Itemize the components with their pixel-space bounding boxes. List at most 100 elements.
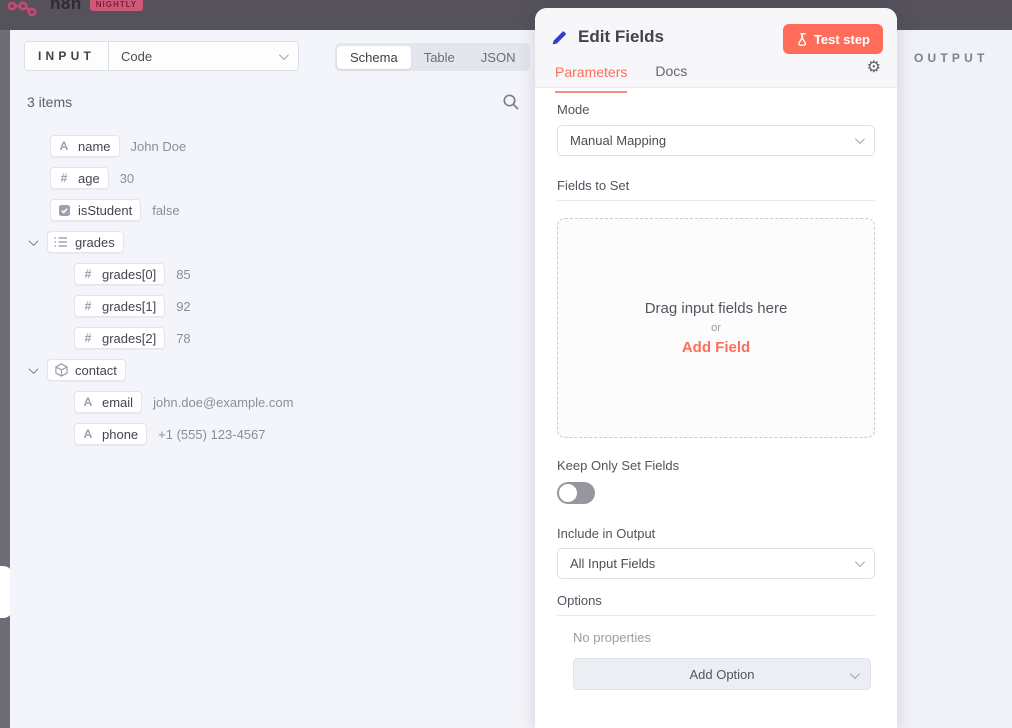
n8n-logo-icon bbox=[8, 0, 42, 16]
schema-field-name[interactable]: Aname John Doe bbox=[10, 130, 550, 162]
number-type-icon: # bbox=[81, 331, 95, 345]
field-value: 85 bbox=[176, 267, 190, 282]
field-name: grades[2] bbox=[102, 331, 156, 346]
tab-table[interactable]: Table bbox=[411, 46, 468, 69]
add-field-button[interactable]: Add Field bbox=[682, 339, 750, 356]
field-pill[interactable]: # grades[0] bbox=[74, 263, 165, 285]
string-type-icon: A bbox=[57, 139, 71, 153]
schema-field-contact[interactable]: contact bbox=[10, 354, 550, 386]
field-name: phone bbox=[102, 427, 138, 442]
chevron-down-icon bbox=[279, 50, 289, 60]
field-name: grades[1] bbox=[102, 299, 156, 314]
tab-parameters[interactable]: Parameters bbox=[555, 64, 627, 93]
number-type-icon: # bbox=[57, 171, 71, 185]
input-panel-label: INPUT bbox=[24, 41, 109, 71]
schema-field-phone[interactable]: Aphone +1 (555) 123-4567 bbox=[10, 418, 550, 450]
schema-field-grades-2-[interactable]: # grades[2] 78 bbox=[10, 322, 550, 354]
keep-only-set-fields-toggle[interactable] bbox=[557, 482, 595, 504]
field-value: 92 bbox=[176, 299, 190, 314]
output-panel-label: OUTPUT bbox=[914, 51, 989, 65]
field-value: +1 (555) 123-4567 bbox=[158, 427, 265, 442]
object-type-icon bbox=[54, 363, 68, 377]
collapsed-sidebar-strip bbox=[0, 30, 10, 728]
include-in-output-label: Include in Output bbox=[557, 526, 875, 541]
field-value: john.doe@example.com bbox=[153, 395, 293, 410]
include-in-output-select[interactable]: All Input Fields bbox=[557, 548, 875, 579]
field-pill[interactable]: # grades[1] bbox=[74, 295, 165, 317]
test-step-button[interactable]: Test step bbox=[783, 24, 883, 54]
field-name: grades[0] bbox=[102, 267, 156, 282]
field-value: 78 bbox=[176, 331, 190, 346]
chevron-down-icon bbox=[855, 557, 865, 567]
n8n-logo[interactable]: n8n NIGHTLY bbox=[8, 0, 143, 16]
field-name: contact bbox=[75, 363, 117, 378]
input-source-select[interactable]: Code bbox=[108, 41, 299, 71]
schema-field-grades[interactable]: grades bbox=[10, 226, 550, 258]
fields-to-set-label: Fields to Set bbox=[557, 178, 875, 201]
field-name: isStudent bbox=[78, 203, 132, 218]
string-type-icon: A bbox=[81, 427, 95, 441]
field-name: grades bbox=[75, 235, 115, 250]
keep-only-set-fields-label: Keep Only Set Fields bbox=[557, 458, 875, 473]
field-pill[interactable]: grades bbox=[47, 231, 124, 253]
dialog-title: Edit Fields bbox=[578, 27, 664, 47]
logo-text: n8n bbox=[50, 0, 82, 14]
toggle-knob bbox=[559, 484, 577, 502]
number-type-icon: # bbox=[81, 267, 95, 281]
field-pill[interactable]: isStudent bbox=[50, 199, 141, 221]
chevron-down-icon[interactable] bbox=[29, 236, 39, 246]
drag-fields-dropzone[interactable]: Drag input fields here or Add Field bbox=[557, 218, 875, 438]
string-type-icon: A bbox=[81, 395, 95, 409]
field-pill[interactable]: Aphone bbox=[74, 423, 147, 445]
field-name: age bbox=[78, 171, 100, 186]
number-type-icon: # bbox=[81, 299, 95, 313]
schema-field-grades-1-[interactable]: # grades[1] 92 bbox=[10, 290, 550, 322]
tab-docs[interactable]: Docs bbox=[655, 63, 687, 92]
field-pill[interactable]: Aemail bbox=[74, 391, 142, 413]
include-select-value: All Input Fields bbox=[570, 556, 655, 571]
tab-json[interactable]: JSON bbox=[468, 46, 529, 69]
dropzone-text: Drag input fields here bbox=[645, 300, 788, 317]
dropzone-or-text: or bbox=[711, 322, 721, 334]
field-value: false bbox=[152, 203, 179, 218]
schema-tree: Aname John Doe # age 30 isStudent false grades #… bbox=[10, 130, 550, 450]
field-value: John Doe bbox=[131, 139, 187, 154]
flask-icon bbox=[796, 33, 807, 46]
items-count: 3 items bbox=[27, 94, 72, 110]
chevron-down-icon bbox=[855, 134, 865, 144]
field-name: name bbox=[78, 139, 111, 154]
schema-field-age[interactable]: # age 30 bbox=[10, 162, 550, 194]
boolean-type-icon bbox=[57, 203, 71, 217]
nightly-badge: NIGHTLY bbox=[90, 0, 143, 11]
no-properties-text: No properties bbox=[573, 630, 875, 645]
field-value: 30 bbox=[120, 171, 134, 186]
output-panel: OUTPUT bbox=[897, 30, 1012, 728]
pencil-icon bbox=[551, 29, 568, 46]
field-pill[interactable]: Aname bbox=[50, 135, 120, 157]
schema-field-isstudent[interactable]: isStudent false bbox=[10, 194, 550, 226]
edit-fields-dialog: Edit Fields Test step Parameters Docs ⚙ … bbox=[535, 8, 897, 728]
input-source-value: Code bbox=[121, 49, 152, 64]
dialog-header: Edit Fields Test step Parameters Docs ⚙ bbox=[535, 8, 897, 88]
field-pill[interactable]: contact bbox=[47, 359, 126, 381]
test-step-label: Test step bbox=[814, 32, 870, 47]
schema-field-grades-0-[interactable]: # grades[0] 85 bbox=[10, 258, 550, 290]
mode-select-value: Manual Mapping bbox=[570, 133, 666, 148]
input-view-tabs: Schema Table JSON bbox=[335, 43, 530, 71]
field-pill[interactable]: # grades[2] bbox=[74, 327, 165, 349]
add-option-button[interactable]: Add Option bbox=[573, 658, 871, 690]
add-option-label: Add Option bbox=[689, 667, 754, 682]
chevron-down-icon bbox=[850, 669, 860, 679]
mode-select[interactable]: Manual Mapping bbox=[557, 125, 875, 156]
dialog-body: Mode Manual Mapping Fields to Set Drag i… bbox=[535, 88, 897, 690]
options-label: Options bbox=[557, 593, 875, 616]
gear-icon[interactable]: ⚙ bbox=[867, 60, 881, 76]
mode-label: Mode bbox=[557, 102, 875, 117]
search-icon[interactable] bbox=[502, 93, 520, 111]
field-pill[interactable]: # age bbox=[50, 167, 109, 189]
chevron-down-icon[interactable] bbox=[29, 364, 39, 374]
tab-schema[interactable]: Schema bbox=[337, 46, 411, 69]
schema-field-email[interactable]: Aemail john.doe@example.com bbox=[10, 386, 550, 418]
array-type-icon bbox=[54, 235, 68, 249]
field-name: email bbox=[102, 395, 133, 410]
